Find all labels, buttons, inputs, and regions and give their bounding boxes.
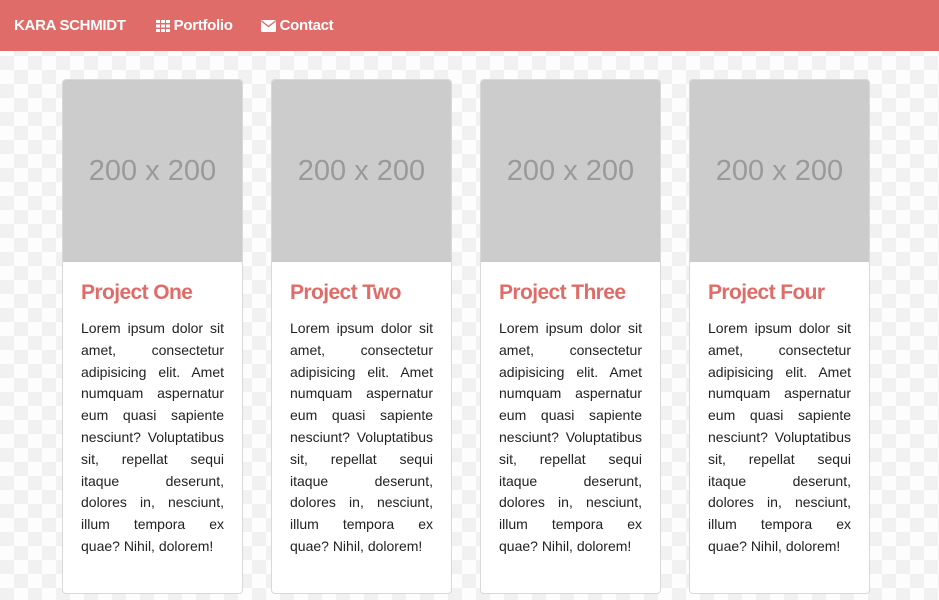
- nav-link-contact[interactable]: Contact: [260, 17, 334, 34]
- project-title: Project One: [81, 281, 193, 304]
- project-card: 200 x 200 Project Four Lorem ipsum dolor…: [689, 79, 870, 594]
- envelope-icon: [260, 19, 276, 32]
- project-image-placeholder: 200 x 200: [272, 80, 451, 262]
- project-description: Lorem ipsum dolor sit amet, consectetur …: [81, 320, 224, 554]
- project-image-placeholder: 200 x 200: [690, 80, 869, 262]
- project-image-placeholder: 200 x 200: [63, 80, 242, 262]
- project-card-body: Project Two Lorem ipsum dolor sit amet, …: [272, 262, 451, 558]
- project-card-body: Project Three Lorem ipsum dolor sit amet…: [481, 262, 660, 558]
- project-card-body: Project One Lorem ipsum dolor sit amet, …: [63, 262, 242, 558]
- top-navbar: KARA SCHMIDT Portfolio Contact: [0, 0, 939, 51]
- grid-icon: [155, 19, 170, 32]
- portfolio-grid: 200 x 200 Project One Lorem ipsum dolor …: [62, 79, 870, 594]
- nav-link-portfolio[interactable]: Portfolio: [155, 17, 233, 34]
- project-card: 200 x 200 Project Two Lorem ipsum dolor …: [271, 79, 452, 594]
- project-description: Lorem ipsum dolor sit amet, consectetur …: [290, 320, 433, 554]
- project-title: Project Two: [290, 281, 401, 304]
- nav-link-portfolio-label: Portfolio: [173, 17, 233, 34]
- brand-link[interactable]: KARA SCHMIDT: [14, 17, 126, 34]
- nav-link-contact-label: Contact: [279, 17, 334, 34]
- project-card-body: Project Four Lorem ipsum dolor sit amet,…: [690, 262, 869, 558]
- project-title: Project Four: [708, 281, 825, 304]
- project-description: Lorem ipsum dolor sit amet, consectetur …: [708, 320, 851, 554]
- project-card: 200 x 200 Project Three Lorem ipsum dolo…: [480, 79, 661, 594]
- project-description: Lorem ipsum dolor sit amet, consectetur …: [499, 320, 642, 554]
- project-title: Project Three: [499, 281, 626, 304]
- project-image-placeholder: 200 x 200: [481, 80, 660, 262]
- project-card: 200 x 200 Project One Lorem ipsum dolor …: [62, 79, 243, 594]
